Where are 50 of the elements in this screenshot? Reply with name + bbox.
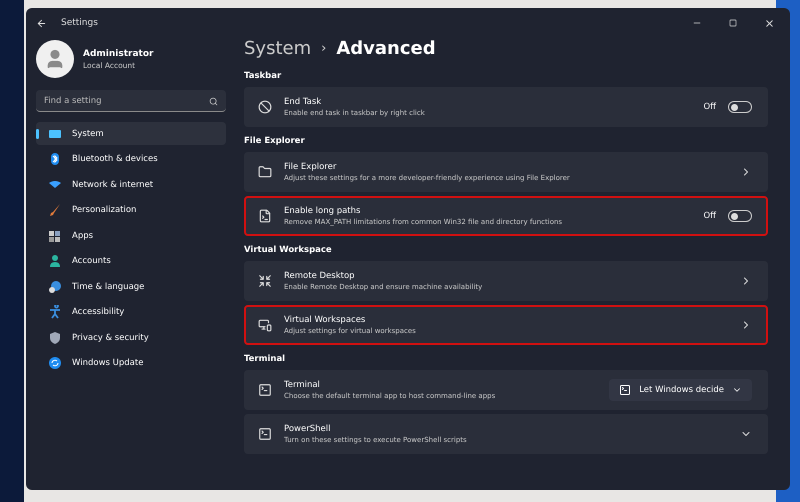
page-title: Advanced [336,38,436,58]
back-arrow-icon[interactable] [36,18,47,28]
close-icon[interactable] [764,18,774,28]
toggle-state-label: Off [703,102,716,112]
setting-title: Terminal [284,380,321,390]
apps-icon [48,228,62,242]
setting-title: Remote Desktop [284,271,356,281]
nav-item[interactable]: System [36,122,226,145]
search-icon [209,97,218,106]
accessibility-icon [48,305,62,319]
nav-item[interactable]: Windows Update [36,352,226,374]
setting-title: Enable long paths [284,206,362,216]
person-icon [48,254,62,268]
bluetooth-icon [48,152,62,166]
setting-title: File Explorer [284,162,338,172]
terminal-icon [619,384,632,396]
refresh-icon [48,356,62,370]
section-heading: Taskbar [244,71,282,81]
devices-icon [258,318,272,332]
arrows-icon [258,274,272,288]
nav-item[interactable]: Personalization [36,198,226,222]
nav-item[interactable]: Bluetooth & devices [36,148,226,170]
maximize-icon[interactable] [729,19,737,27]
terminal-window-icon [258,427,272,441]
nav-item[interactable]: Time & language [36,275,226,298]
terminal-dropdown[interactable]: Let Windows decide [609,379,752,401]
section-heading: Virtual Workspace [244,245,333,255]
terminal-icon [258,383,272,397]
brush-icon [48,203,62,217]
setting-title: PowerShell [284,424,332,434]
nav-item[interactable]: Network & internet [36,173,226,196]
nav-item[interactable]: Accounts [36,250,226,272]
setting-title: End Task [284,97,322,107]
section-heading: Terminal [244,354,286,364]
nav-item[interactable]: Apps [36,224,226,247]
breadcrumb-parent[interactable]: System [244,38,312,58]
folder-icon [258,165,272,179]
nav-item[interactable]: Privacy & security [36,326,226,349]
search-field[interactable]: Find a setting [36,90,226,112]
account-name: Administrator [83,48,154,58]
toggle-switch[interactable] [728,101,752,113]
section-heading: File Explorer [244,136,306,146]
breadcrumb-separator: › [321,40,326,56]
nav-item[interactable]: Accessibility [36,300,226,324]
shield-icon [48,330,62,344]
toggle-switch[interactable] [728,210,752,222]
prohibited-icon [258,100,272,114]
window-title: Settings [61,18,99,28]
setting-title: Virtual Workspaces [284,315,366,325]
toggle-state-label: Off [703,211,716,221]
